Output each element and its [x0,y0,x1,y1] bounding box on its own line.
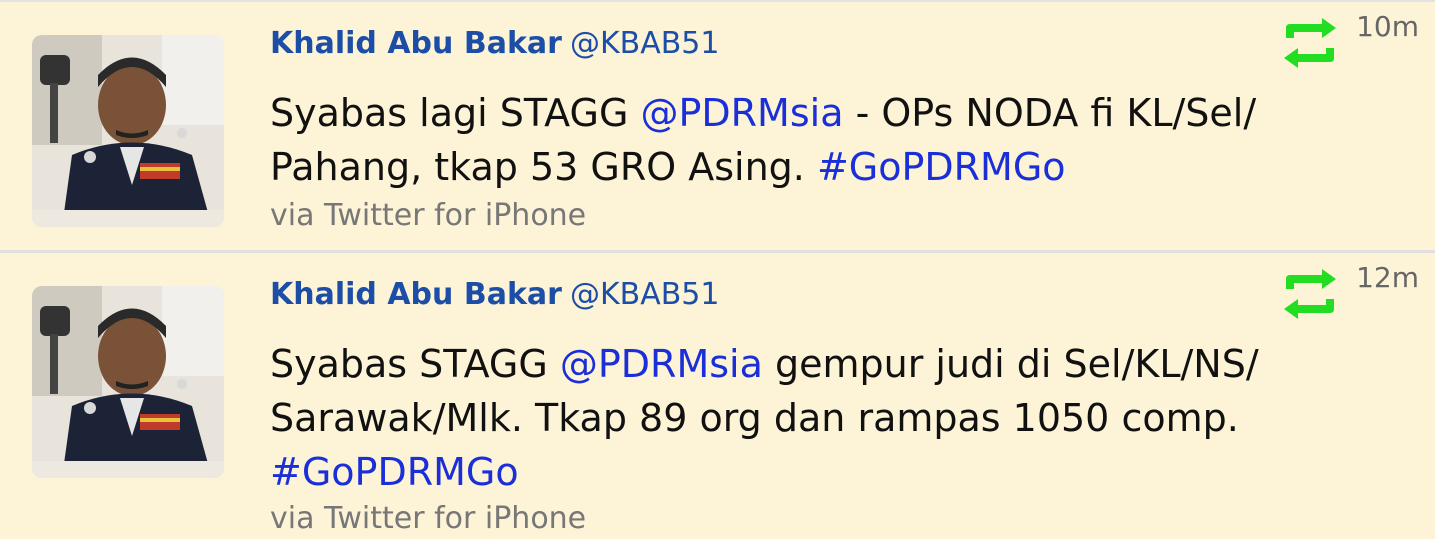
hashtag-link[interactable]: #GoPDRMGo [817,145,1066,189]
tweet-text-segment: Syabas lagi STAGG [270,91,641,135]
tweet-text: Syabas STAGG @PDRMsia gempur judi di Sel… [270,337,1350,499]
author-line[interactable]: Khalid Abu Bakar @KBAB51 [270,26,719,61]
mention-link[interactable]: @PDRMsia [640,91,843,135]
timestamp: 10m [1356,10,1419,43]
retweet-icon [1284,269,1336,319]
author-name[interactable]: Khalid Abu Bakar [270,277,562,312]
tweet-item[interactable]: Khalid Abu Bakar @KBAB51 Syabas lagi STAG… [0,0,1435,250]
retweet-icon [1284,18,1336,68]
timestamp: 12m [1356,261,1419,294]
mention-link[interactable]: @PDRMsia [560,342,763,386]
author-handle[interactable]: @KBAB51 [570,277,720,312]
avatar-photo [32,35,224,227]
tweet-item[interactable]: Khalid Abu Bakar @KBAB51 Syabas STAGG @PD… [0,250,1435,539]
via-source: via Twitter for iPhone [270,501,587,536]
avatar[interactable] [32,35,224,227]
tweet-text: Syabas lagi STAGG @PDRMsia - OPs NODA fi… [270,86,1350,194]
author-line[interactable]: Khalid Abu Bakar @KBAB51 [270,277,719,312]
avatar[interactable] [32,286,224,478]
tweet-text-segment: Syabas STAGG [270,342,560,386]
avatar-photo [32,286,224,478]
author-name[interactable]: Khalid Abu Bakar [270,26,562,61]
hashtag-link[interactable]: #GoPDRMGo [270,450,519,494]
author-handle[interactable]: @KBAB51 [570,26,720,61]
via-source: via Twitter for iPhone [270,198,587,233]
